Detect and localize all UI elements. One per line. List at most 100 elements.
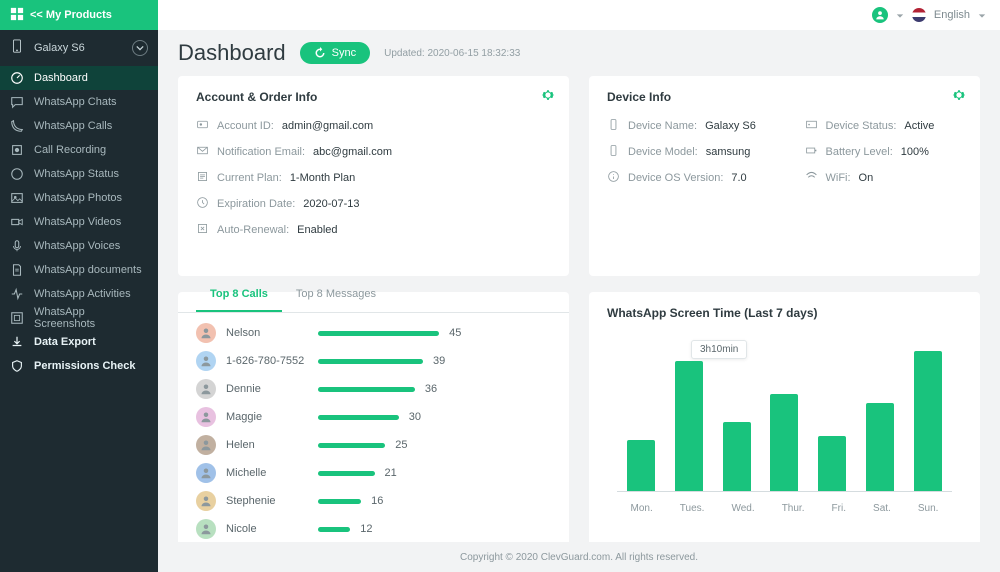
chevron-down-icon bbox=[896, 11, 904, 19]
info-label: WiFi: bbox=[826, 172, 851, 184]
call-value: 25 bbox=[395, 439, 407, 451]
shield-icon bbox=[10, 359, 24, 373]
chevron-down-icon bbox=[978, 11, 986, 19]
sidebar-item-label: Permissions Check bbox=[34, 360, 136, 372]
video-icon bbox=[10, 215, 24, 229]
sidebar-item-label: WhatsApp Videos bbox=[34, 216, 121, 228]
call-value: 16 bbox=[371, 495, 383, 507]
info-value: Active bbox=[904, 120, 934, 132]
phone-icon bbox=[10, 119, 24, 133]
sidebar-item-whatsapp-activities[interactable]: WhatsApp Activities bbox=[0, 282, 158, 306]
call-name: Stephenie bbox=[226, 495, 308, 507]
sidebar-item-label: WhatsApp Activities bbox=[34, 288, 131, 300]
sidebar-item-whatsapp-voices[interactable]: WhatsApp Voices bbox=[0, 234, 158, 258]
wifi-icon bbox=[805, 170, 818, 186]
sidebar-item-whatsapp-calls[interactable]: WhatsApp Calls bbox=[0, 114, 158, 138]
language-selector[interactable]: English bbox=[934, 9, 970, 21]
tab-top-calls[interactable]: Top 8 Calls bbox=[196, 278, 282, 312]
call-name: Michelle bbox=[226, 467, 308, 479]
avatar bbox=[196, 463, 216, 483]
call-row: Dennie36 bbox=[196, 379, 551, 399]
info-value: admin@gmail.com bbox=[282, 120, 373, 132]
call-bar bbox=[318, 387, 415, 392]
flag-icon bbox=[912, 8, 926, 22]
call-bar bbox=[318, 499, 361, 504]
call-name: 1-626-780-7552 bbox=[226, 355, 308, 367]
activity-icon bbox=[10, 287, 24, 301]
screenshot-icon bbox=[10, 311, 24, 325]
account-info-card: Account & Order Info Account ID: admin@g… bbox=[178, 76, 569, 276]
my-products-link[interactable]: << My Products bbox=[0, 0, 158, 30]
avatar bbox=[196, 407, 216, 427]
call-name: Helen bbox=[226, 439, 308, 451]
mic-icon bbox=[10, 239, 24, 253]
chart-x-label: Sat. bbox=[873, 503, 891, 514]
export-icon bbox=[10, 335, 24, 349]
refresh-icon bbox=[314, 47, 326, 59]
gauge-icon bbox=[10, 71, 24, 85]
sidebar-item-whatsapp-screenshots[interactable]: WhatsApp Screenshots bbox=[0, 306, 158, 330]
topbar: English bbox=[158, 0, 1000, 30]
tab-top-messages[interactable]: Top 8 Messages bbox=[282, 278, 390, 312]
account-menu[interactable] bbox=[872, 7, 888, 23]
sidebar-item-label: Data Export bbox=[34, 336, 96, 348]
call-bar bbox=[318, 415, 399, 420]
chart-bar[interactable] bbox=[914, 351, 942, 492]
info-value: 1-Month Plan bbox=[290, 172, 355, 184]
call-row: 1-626-780-755239 bbox=[196, 351, 551, 371]
avatar bbox=[196, 491, 216, 511]
device-selector[interactable]: Galaxy S6 bbox=[0, 30, 158, 66]
call-name: Dennie bbox=[226, 383, 308, 395]
sidebar-item-call-recording[interactable]: Call Recording bbox=[0, 138, 158, 162]
sidebar-item-dashboard[interactable]: Dashboard bbox=[0, 66, 158, 90]
info-row: Device Status: Active bbox=[805, 118, 963, 134]
info-label: Notification Email: bbox=[217, 146, 305, 158]
screen-time-title: WhatsApp Screen Time (Last 7 days) bbox=[607, 306, 962, 320]
info-label: Battery Level: bbox=[826, 146, 893, 158]
gear-icon[interactable] bbox=[541, 88, 555, 102]
info-label: Device Model: bbox=[628, 146, 698, 158]
clock-icon bbox=[196, 196, 209, 212]
device-name: Galaxy S6 bbox=[34, 42, 85, 54]
info-row: Device Model: samsung bbox=[607, 144, 765, 160]
chart-bar[interactable] bbox=[723, 422, 751, 492]
gear-icon[interactable] bbox=[952, 88, 966, 102]
call-row: Stephenie 16 bbox=[196, 491, 551, 511]
sidebar-item-whatsapp-videos[interactable]: WhatsApp Videos bbox=[0, 210, 158, 234]
chart-bar[interactable] bbox=[627, 440, 655, 492]
call-name: Nicole bbox=[226, 523, 308, 535]
sidebar-item-whatsapp-status[interactable]: WhatsApp Status bbox=[0, 162, 158, 186]
status-icon bbox=[805, 118, 818, 134]
sidebar-item-permissions-check[interactable]: Permissions Check bbox=[0, 354, 158, 378]
info-value: samsung bbox=[706, 146, 751, 158]
sidebar-item-label: WhatsApp Screenshots bbox=[34, 306, 148, 330]
info-value: 100% bbox=[901, 146, 929, 158]
sidebar-item-data-export[interactable]: Data Export bbox=[0, 330, 158, 354]
sidebar-item-whatsapp-photos[interactable]: WhatsApp Photos bbox=[0, 186, 158, 210]
chat-icon bbox=[10, 95, 24, 109]
device-info-card: Device Info Device Name: Galaxy S6Device… bbox=[589, 76, 980, 276]
sync-button[interactable]: Sync bbox=[300, 42, 370, 64]
chart-bar[interactable] bbox=[770, 394, 798, 492]
call-value: 30 bbox=[409, 411, 421, 423]
call-value: 21 bbox=[385, 467, 397, 479]
avatar bbox=[196, 323, 216, 343]
chart-bar[interactable] bbox=[818, 436, 846, 492]
sidebar-item-label: WhatsApp documents bbox=[34, 264, 142, 276]
info-row: Expiration Date: 2020-07-13 bbox=[196, 196, 551, 212]
sidebar-item-whatsapp-documents[interactable]: WhatsApp documents bbox=[0, 258, 158, 282]
call-bar bbox=[318, 359, 423, 364]
info-row: Battery Level: 100% bbox=[805, 144, 963, 160]
info-value: Galaxy S6 bbox=[705, 120, 756, 132]
sidebar-item-whatsapp-chats[interactable]: WhatsApp Chats bbox=[0, 90, 158, 114]
main-content: Dashboard Sync Updated: 2020-06-15 18:32… bbox=[158, 30, 1000, 572]
info-value: abc@gmail.com bbox=[313, 146, 392, 158]
id-icon bbox=[196, 118, 209, 134]
chart-x-label: Wed. bbox=[731, 503, 754, 514]
info-row: Current Plan: 1-Month Plan bbox=[196, 170, 551, 186]
my-products-label: << My Products bbox=[30, 9, 112, 21]
chart-bar[interactable] bbox=[866, 403, 894, 492]
chart-x-label: Sun. bbox=[918, 503, 939, 514]
chart-bar[interactable] bbox=[675, 361, 703, 492]
battery-icon bbox=[805, 144, 818, 160]
